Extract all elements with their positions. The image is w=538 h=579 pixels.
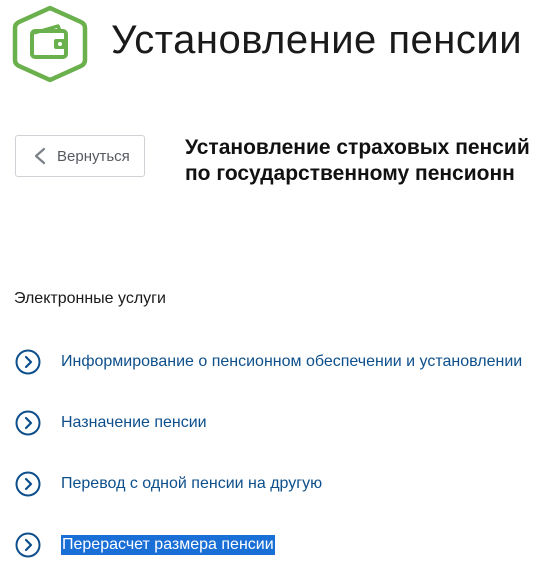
service-link-label: Перевод с одной пенсии на другую xyxy=(61,475,323,492)
subtitle-line-1: Установление страховых пенсий xyxy=(185,136,530,159)
service-link-informing[interactable]: Информирование о пенсионном обеспечении … xyxy=(15,348,522,376)
chevron-left-icon xyxy=(34,147,46,165)
service-subtitle: Установление страховых пенсий по государ… xyxy=(185,135,538,187)
section-heading: Электронные услуги xyxy=(14,290,166,307)
service-link-label-selected: Перерасчет размера пенсии xyxy=(61,535,275,555)
back-button[interactable]: Вернуться xyxy=(15,135,145,177)
chevron-right-circle-icon xyxy=(15,410,41,436)
service-link-label: Назначение пенсии xyxy=(61,414,207,431)
service-link-label: Информирование о пенсионном обеспечении … xyxy=(61,353,523,370)
wallet-icon xyxy=(12,5,88,83)
page-title: Установление пенсии xyxy=(111,18,523,62)
service-link-transfer[interactable]: Перевод с одной пенсии на другую xyxy=(15,470,322,498)
chevron-right-circle-icon xyxy=(15,471,41,497)
page: Установление пенсии Вернуться Установлен… xyxy=(0,0,538,579)
back-button-label: Вернуться xyxy=(57,147,130,165)
subtitle-line-2: по государственному пенсионн xyxy=(185,162,515,185)
chevron-right-circle-icon xyxy=(15,532,41,558)
chevron-right-circle-icon xyxy=(15,349,41,375)
service-link-assignment[interactable]: Назначение пенсии xyxy=(15,409,207,437)
service-link-recalculation[interactable]: Перерасчет размера пенсии xyxy=(15,531,275,559)
